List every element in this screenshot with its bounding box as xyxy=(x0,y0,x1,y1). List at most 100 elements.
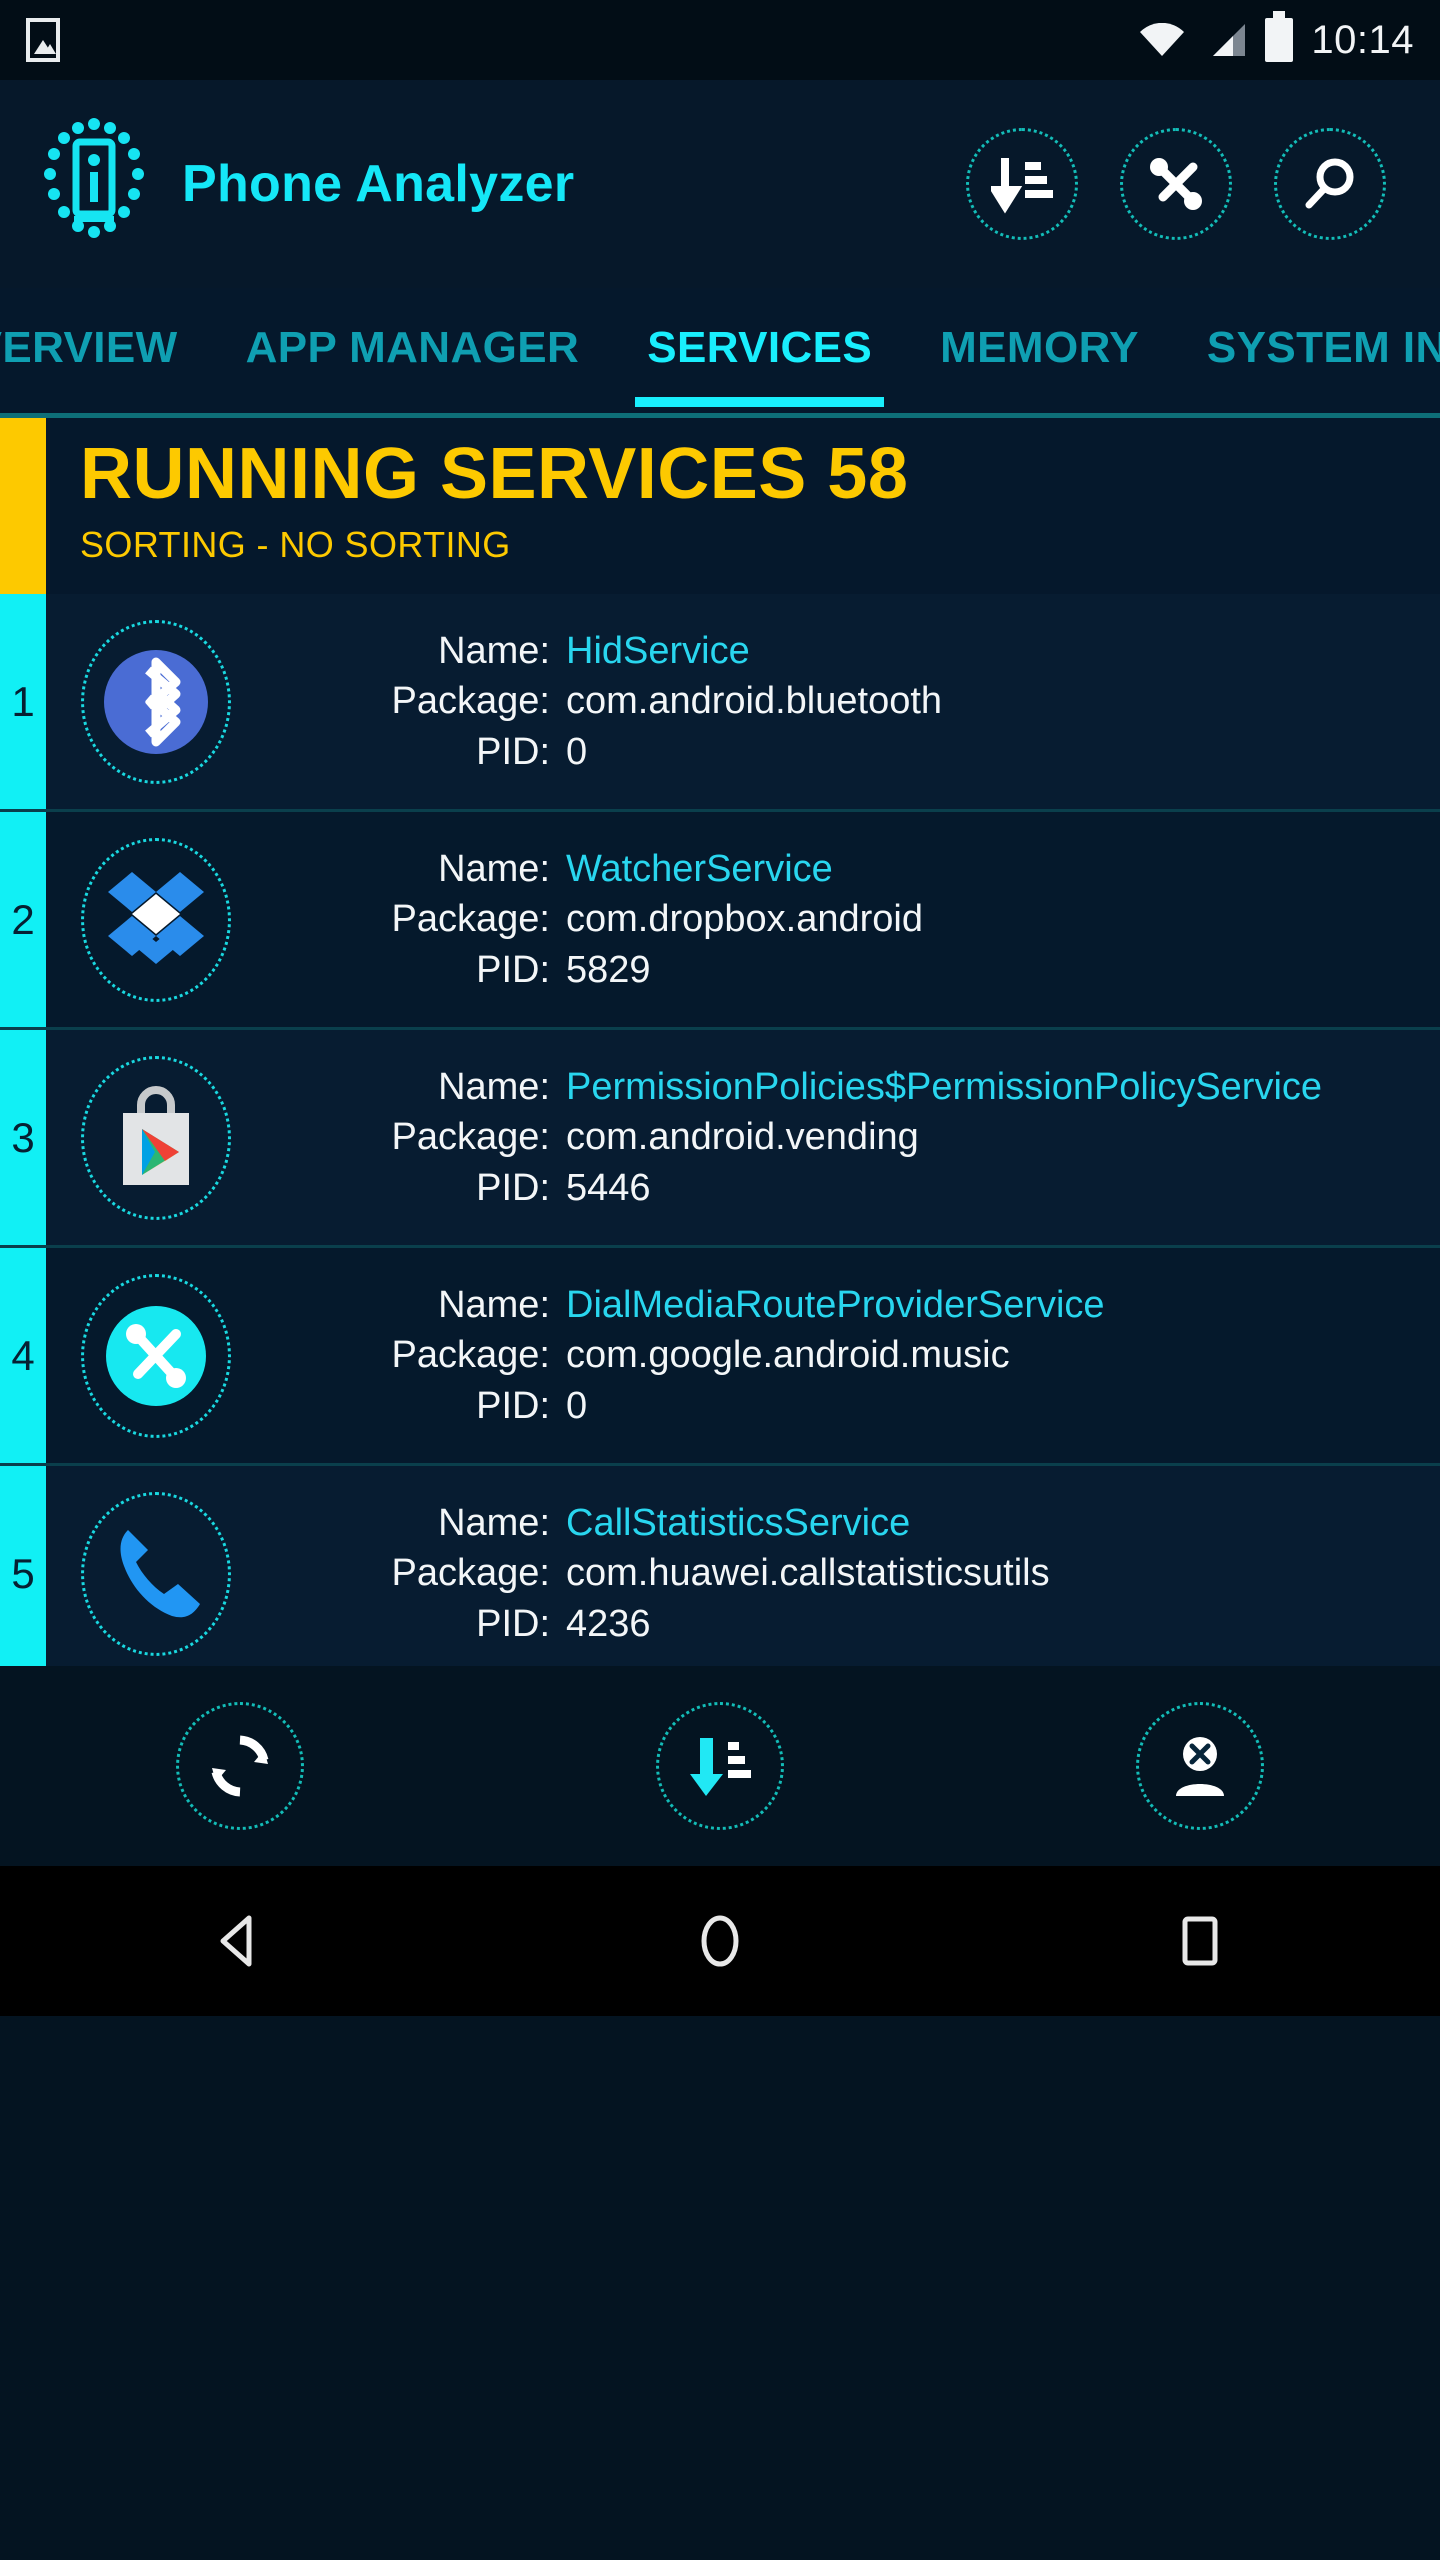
tab-services[interactable]: SERVICES xyxy=(613,288,906,413)
package-label: Package: xyxy=(391,898,550,941)
dotted-ring-decoration xyxy=(656,1702,784,1830)
dotted-ring-decoration xyxy=(176,1702,304,1830)
service-name: WatcherService xyxy=(566,848,833,891)
service-name: HidService xyxy=(566,630,750,673)
tools-icon[interactable] xyxy=(1120,128,1232,240)
service-name: PermissionPolicies$PermissionPolicyServi… xyxy=(566,1066,1323,1109)
dotted-ring-decoration xyxy=(81,837,231,1002)
row-icon-cell xyxy=(46,1466,266,1666)
name-field: Name: WatcherService xyxy=(266,844,1420,894)
row-details: Name: WatcherService Package: com.dropbo… xyxy=(266,812,1440,1027)
package-field: Package: com.android.vending xyxy=(266,1112,1420,1162)
status-bar: 10:14 xyxy=(0,0,1440,80)
row-index: 2 xyxy=(0,812,46,1027)
table-row[interactable]: 2 Name: WatcherService Package: com.drop… xyxy=(0,812,1440,1030)
name-label: Name: xyxy=(438,1284,550,1327)
row-index: 5 xyxy=(0,1466,46,1666)
table-row[interactable]: 1 Name: HidService Package: com.android.… xyxy=(0,594,1440,812)
service-package: com.google.android.music xyxy=(566,1334,1010,1377)
name-field: Name: PermissionPolicies$PermissionPolic… xyxy=(266,1062,1420,1112)
service-pid: 4236 xyxy=(566,1602,651,1645)
name-label: Name: xyxy=(438,1502,550,1545)
app-bar: Phone Analyzer xyxy=(0,80,1440,288)
name-label: Name: xyxy=(438,630,550,673)
service-user-icon[interactable] xyxy=(1136,1702,1264,1830)
pid-field: PID: 5446 xyxy=(266,1163,1420,1213)
dotted-ring-decoration xyxy=(81,619,231,784)
pid-field: PID: 0 xyxy=(266,1381,1420,1431)
photo-icon xyxy=(26,18,60,62)
package-field: Package: com.dropbox.android xyxy=(266,894,1420,944)
package-field: Package: com.google.android.music xyxy=(266,1330,1420,1380)
tab-overview[interactable]: OVERVIEW xyxy=(0,288,212,413)
row-index: 4 xyxy=(0,1248,46,1463)
cellular-signal-icon xyxy=(1203,22,1247,58)
battery-icon xyxy=(1265,11,1294,62)
tools-circle-icon xyxy=(81,1273,231,1438)
package-label: Package: xyxy=(391,1116,550,1159)
sorting-status: SORTING - NO SORTING xyxy=(80,524,511,566)
phone-analyzer-logo-icon xyxy=(34,116,154,252)
app-brand: Phone Analyzer xyxy=(34,116,966,252)
name-field: Name: HidService xyxy=(266,626,1420,676)
bottom-action-bar xyxy=(0,1666,1440,1866)
page-title: RUNNING SERVICES 58 xyxy=(80,434,909,514)
section-header: RUNNING SERVICES 58 SORTING - NO SORTING xyxy=(0,418,1440,594)
dotted-ring-decoration xyxy=(1136,1702,1264,1830)
row-icon-cell xyxy=(46,594,266,809)
service-package: com.dropbox.android xyxy=(566,898,923,941)
bluetooth-icon xyxy=(81,619,231,784)
service-package: com.huawei.callstatisticsutils xyxy=(566,1552,1050,1595)
pid-field: PID: 5829 xyxy=(266,945,1420,995)
phone-handset-icon xyxy=(81,1491,231,1656)
search-icon[interactable] xyxy=(1274,128,1386,240)
row-index: 1 xyxy=(0,594,46,809)
package-field: Package: com.android.bluetooth xyxy=(266,676,1420,726)
back-button-icon[interactable] xyxy=(180,1881,300,2001)
home-button-icon[interactable] xyxy=(660,1881,780,2001)
system-navigation-bar xyxy=(0,1866,1440,2016)
pid-field: PID: 0 xyxy=(266,727,1420,777)
dotted-ring-decoration xyxy=(81,1055,231,1220)
app-screen: 10:14 Phone Analyzer ERVIEW APP MANAGER … xyxy=(0,0,1440,2560)
row-details: Name: HidService Package: com.android.bl… xyxy=(266,594,1440,809)
tab-bar: OVERVIEW APP MANAGER SERVICES MEMORY SYS… xyxy=(0,288,1440,418)
sort-descending-icon[interactable] xyxy=(656,1702,784,1830)
package-field: Package: com.huawei.callstatisticsutils xyxy=(266,1548,1420,1598)
row-icon-cell xyxy=(46,1030,266,1245)
sort-icon[interactable] xyxy=(966,128,1078,240)
dotted-ring-decoration xyxy=(966,128,1078,240)
play-store-icon xyxy=(81,1055,231,1220)
app-title: Phone Analyzer xyxy=(182,155,575,213)
name-field: Name: CallStatisticsService xyxy=(266,1498,1420,1548)
recents-button-icon[interactable] xyxy=(1140,1881,1260,2001)
row-details: Name: PermissionPolicies$PermissionPolic… xyxy=(266,1030,1440,1245)
services-list[interactable]: 1 Name: HidService Package: com.android.… xyxy=(0,594,1440,1666)
app-bar-actions xyxy=(966,128,1386,240)
section-accent-strip xyxy=(0,418,46,594)
service-package: com.android.vending xyxy=(566,1116,919,1159)
table-row[interactable]: 4 Name: DialMediaRouteProviderService Pa… xyxy=(0,1248,1440,1466)
pid-label: PID: xyxy=(476,948,550,991)
service-pid: 0 xyxy=(566,1384,588,1427)
name-field: Name: DialMediaRouteProviderService xyxy=(266,1280,1420,1330)
dropbox-icon xyxy=(81,837,231,1002)
tab-app-manager[interactable]: APP MANAGER xyxy=(212,288,614,413)
dotted-ring-decoration xyxy=(1274,128,1386,240)
tab-memory[interactable]: MEMORY xyxy=(906,288,1173,413)
table-row[interactable]: 3 Name: PermissionPolicies$PermissionPol… xyxy=(0,1030,1440,1248)
package-label: Package: xyxy=(391,680,550,723)
name-label: Name: xyxy=(438,1066,550,1109)
tab-system-info[interactable]: SYSTEM INFO xyxy=(1173,288,1440,413)
table-row[interactable]: 5 Name: CallStatisticsService Package: c… xyxy=(0,1466,1440,1666)
package-label: Package: xyxy=(391,1552,550,1595)
refresh-icon[interactable] xyxy=(176,1702,304,1830)
service-name: CallStatisticsService xyxy=(566,1502,911,1545)
name-label: Name: xyxy=(438,848,550,891)
status-bar-left xyxy=(26,18,1139,62)
row-icon-cell xyxy=(46,1248,266,1463)
pid-label: PID: xyxy=(476,1602,550,1645)
service-pid: 5446 xyxy=(566,1166,651,1209)
status-bar-clock: 10:14 xyxy=(1311,17,1414,62)
service-pid: 0 xyxy=(566,730,588,773)
